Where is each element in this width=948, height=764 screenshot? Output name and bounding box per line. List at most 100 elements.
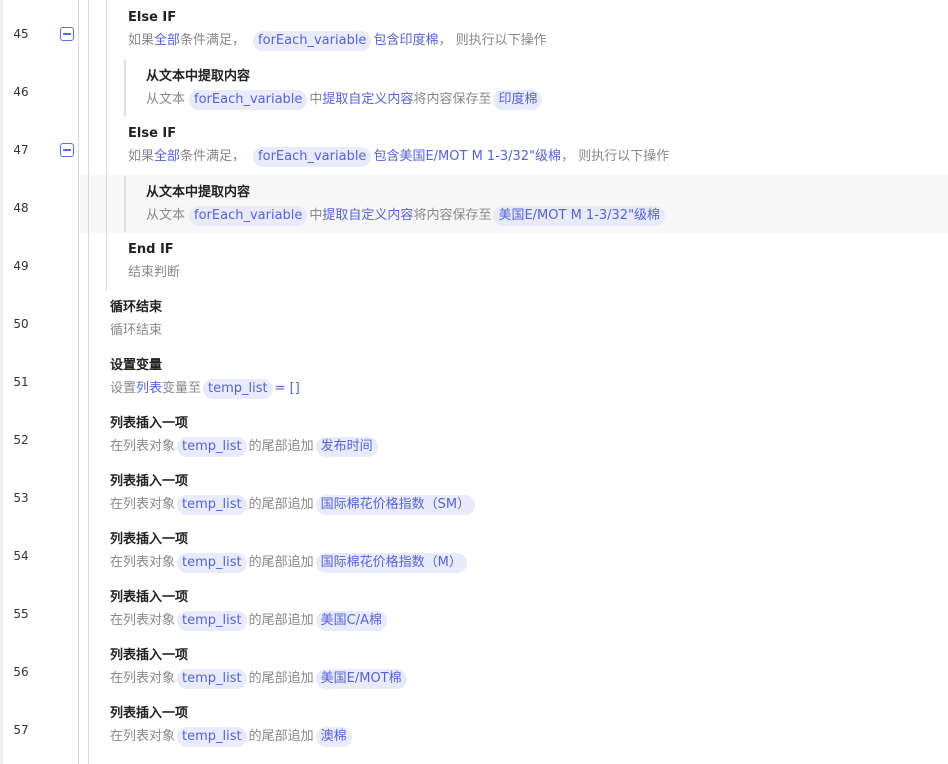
variable-pill[interactable]: temp_list — [177, 611, 247, 631]
step-title: 从文本中提取内容 — [146, 185, 251, 200]
desc-text: 条件满足， — [180, 33, 246, 48]
variable-pill[interactable]: forEach_variable — [253, 147, 372, 167]
step-description: 在列表对象 temp_list 的尾部追加 美国C/A棉 — [110, 610, 389, 632]
step-title: Else IF — [128, 10, 177, 25]
desc-keyword[interactable]: 全部 — [154, 30, 180, 52]
step-block[interactable]: 循环结束 循环结束 — [110, 299, 162, 342]
nested-block-bar — [124, 60, 126, 116]
step-row[interactable]: 57 列表插入一项 在列表对象 temp_list 的尾部追加 澳棉 — [0, 701, 948, 759]
indent-guide — [106, 0, 107, 291]
collapse-minus-icon[interactable] — [60, 27, 74, 41]
value-pill[interactable]: 美国E/MOT棉 — [315, 669, 407, 689]
step-row[interactable]: 48 从文本中提取内容 从文本 forEach_variable 中 提取自定义… — [0, 179, 948, 237]
output-variable-pill[interactable]: 美国E/MOT M 1-3/32"级棉 — [493, 206, 666, 226]
step-block[interactable]: 列表插入一项 在列表对象 temp_list 的尾部追加 国际棉花价格指数（M） — [110, 531, 469, 574]
step-row[interactable]: 53 列表插入一项 在列表对象 temp_list 的尾部追加 国际棉花价格指数… — [0, 469, 948, 527]
indent-guide — [88, 0, 89, 764]
step-row[interactable]: 49 End IF 结束判断 — [0, 237, 948, 295]
variable-pill[interactable]: temp_list — [203, 379, 273, 399]
desc-text: 在列表对象 — [110, 497, 176, 512]
step-row[interactable]: 47 Else IF 如果 全部 条件满足， forEach_variable … — [0, 121, 948, 179]
variable-pill[interactable]: forEach_variable — [189, 206, 308, 226]
step-description: 在列表对象 temp_list 的尾部追加 国际棉花价格指数（M） — [110, 552, 469, 574]
desc-text: 在列表对象 — [110, 729, 176, 744]
variable-pill[interactable]: temp_list — [177, 669, 247, 689]
value-pill[interactable]: 国际棉花价格指数（SM） — [315, 495, 476, 515]
step-block[interactable]: Else IF 如果 全部 条件满足， forEach_variable 包含 … — [128, 125, 669, 168]
step-description: 从文本 forEach_variable 中 提取自定义内容 将内容保存至 印度… — [146, 89, 544, 111]
line-number: 55 — [13, 607, 29, 621]
step-row[interactable]: 54 列表插入一项 在列表对象 temp_list 的尾部追加 国际棉花价格指数… — [0, 527, 948, 585]
desc-text: 的尾部追加 — [248, 555, 314, 570]
step-block[interactable]: 列表插入一项 在列表对象 temp_list 的尾部追加 发布时间 — [110, 415, 380, 458]
value-pill[interactable]: 国际棉花价格指数（M） — [315, 553, 467, 573]
step-row[interactable]: 46 从文本中提取内容 从文本 forEach_variable 中 提取自定义… — [0, 63, 948, 121]
step-description: 在列表对象 temp_list 的尾部追加 美国E/MOT棉 — [110, 668, 409, 690]
desc-text: 在列表对象 — [110, 613, 176, 628]
output-variable-pill[interactable]: 印度棉 — [493, 90, 543, 110]
step-title: 列表插入一项 — [110, 590, 189, 605]
step-row[interactable]: 50 循环结束 循环结束 — [0, 295, 948, 353]
value-pill[interactable]: 澳棉 — [315, 727, 352, 747]
value-pill[interactable]: 美国C/A棉 — [315, 611, 387, 631]
step-description: 结束判断 — [128, 262, 180, 284]
step-block[interactable]: 列表插入一项 在列表对象 temp_list 的尾部追加 国际棉花价格指数（SM… — [110, 473, 477, 516]
step-row[interactable]: 52 列表插入一项 在列表对象 temp_list 的尾部追加 发布时间 — [0, 411, 948, 469]
nested-block-bar — [124, 176, 126, 232]
desc-text: 从文本 — [146, 208, 186, 223]
desc-text: 在列表对象 — [110, 555, 176, 570]
desc-text: 将内容保存至 — [413, 208, 492, 223]
step-block[interactable]: 列表插入一项 在列表对象 temp_list 的尾部追加 美国E/MOT棉 — [110, 647, 409, 690]
desc-text: 条件满足， — [180, 149, 246, 164]
step-block[interactable]: 从文本中提取内容 从文本 forEach_variable 中 提取自定义内容 … — [146, 68, 544, 111]
step-description: 在列表对象 temp_list 的尾部追加 国际棉花价格指数（SM） — [110, 494, 477, 516]
step-row[interactable]: 56 列表插入一项 在列表对象 temp_list 的尾部追加 美国E/MOT棉 — [0, 643, 948, 701]
desc-keyword[interactable]: 提取自定义内容 — [322, 89, 413, 111]
variable-pill[interactable]: forEach_variable — [189, 90, 308, 110]
desc-keyword[interactable]: 全部 — [154, 146, 180, 168]
step-row[interactable]: 55 列表插入一项 在列表对象 temp_list 的尾部追加 美国C/A棉 — [0, 585, 948, 643]
line-number: 47 — [13, 143, 29, 157]
step-description: 从文本 forEach_variable 中 提取自定义内容 将内容保存至 美国… — [146, 205, 667, 227]
desc-text: 如果 — [128, 33, 155, 48]
step-title: 设置变量 — [110, 358, 163, 373]
variable-pill[interactable]: temp_list — [177, 553, 247, 573]
line-number: 48 — [13, 201, 29, 215]
line-number: 54 — [13, 549, 29, 563]
line-number: 53 — [13, 491, 29, 505]
desc-keyword[interactable]: 列表 — [136, 378, 162, 400]
step-row[interactable]: 51 设置变量 设置 列表 变量至 temp_list = [] — [0, 353, 948, 411]
line-number: 50 — [13, 317, 29, 331]
step-title: Else IF — [128, 126, 177, 141]
step-description: 设置 列表 变量至 temp_list = [] — [110, 378, 300, 400]
assigned-value[interactable]: = [] — [275, 378, 300, 400]
desc-text: 设置 — [110, 381, 137, 396]
step-description: 在列表对象 temp_list 的尾部追加 发布时间 — [110, 436, 380, 458]
step-row[interactable]: 45 Else IF 如果 全部 条件满足， forEach_variable … — [0, 5, 948, 63]
desc-text: 的尾部追加 — [248, 497, 314, 512]
step-block[interactable]: Else IF 如果 全部 条件满足， forEach_variable 包含 … — [128, 9, 547, 52]
desc-keyword[interactable]: 提取自定义内容 — [322, 205, 413, 227]
variable-pill[interactable]: temp_list — [177, 495, 247, 515]
desc-text: ， 则执行以下操作 — [561, 149, 670, 164]
step-block[interactable]: 从文本中提取内容 从文本 forEach_variable 中 提取自定义内容 … — [146, 184, 667, 227]
step-description: 循环结束 — [110, 320, 162, 342]
step-block[interactable]: End IF 结束判断 — [128, 241, 180, 284]
step-description: 如果 全部 条件满足， forEach_variable 包含 美国E/MOT … — [128, 146, 669, 168]
condition-value[interactable]: 印度棉 — [399, 30, 438, 52]
step-block[interactable]: 列表插入一项 在列表对象 temp_list 的尾部追加 澳棉 — [110, 705, 354, 748]
desc-keyword[interactable]: 包含 — [373, 30, 399, 52]
variable-pill[interactable]: temp_list — [177, 437, 247, 457]
variable-pill[interactable]: forEach_variable — [253, 31, 372, 51]
step-description: 在列表对象 temp_list 的尾部追加 澳棉 — [110, 726, 354, 748]
step-block[interactable]: 列表插入一项 在列表对象 temp_list 的尾部追加 美国C/A棉 — [110, 589, 389, 632]
value-pill[interactable]: 发布时间 — [315, 437, 378, 457]
condition-value[interactable]: 美国E/MOT M 1-3/32"级棉 — [399, 146, 561, 168]
step-block[interactable]: 设置变量 设置 列表 变量至 temp_list = [] — [110, 357, 300, 400]
desc-text: 的尾部追加 — [248, 671, 314, 686]
desc-keyword[interactable]: 包含 — [373, 146, 399, 168]
desc-text: 从文本 — [146, 92, 186, 107]
variable-pill[interactable]: temp_list — [177, 727, 247, 747]
step-title: 从文本中提取内容 — [146, 69, 251, 84]
collapse-minus-icon[interactable] — [60, 143, 74, 157]
